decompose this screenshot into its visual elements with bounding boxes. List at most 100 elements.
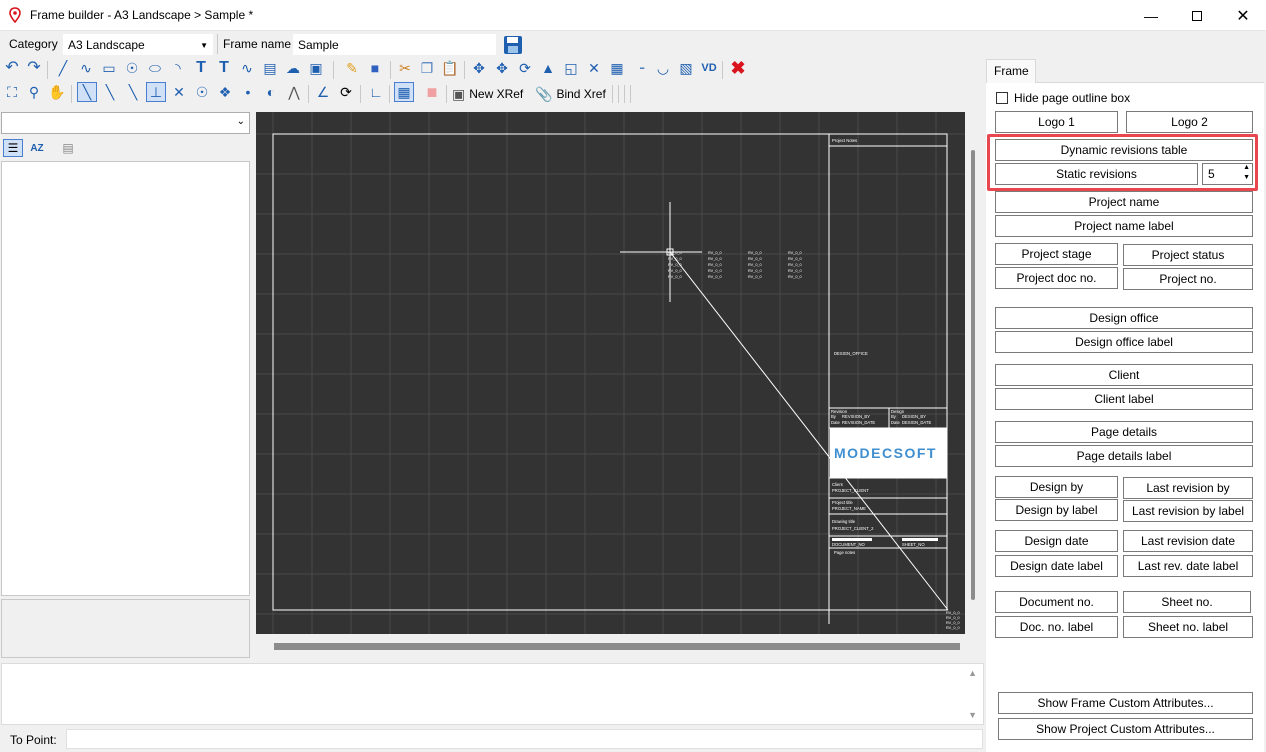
object-select[interactable]: ⌄ bbox=[1, 112, 250, 134]
project-name-button[interactable]: Project name bbox=[995, 191, 1253, 213]
property-grid[interactable] bbox=[1, 161, 250, 596]
text-icon[interactable]: T bbox=[191, 58, 211, 78]
rectangle-icon[interactable]: ▭ bbox=[99, 58, 119, 78]
horizontal-scroll-thumb[interactable] bbox=[274, 643, 960, 650]
dimension-icon[interactable]: VD bbox=[699, 58, 719, 78]
client-label-button[interactable]: Client label bbox=[995, 388, 1253, 410]
move-icon[interactable]: ✥ bbox=[469, 58, 489, 78]
logo2-button[interactable]: Logo 2 bbox=[1126, 111, 1253, 133]
hide-outline-checkbox[interactable] bbox=[996, 92, 1008, 104]
polyline-icon[interactable]: ∿ bbox=[76, 58, 96, 78]
snap-angle-icon[interactable]: ⋀ bbox=[284, 82, 304, 102]
project-status-button[interactable]: Project status bbox=[1123, 244, 1253, 266]
cloud-icon[interactable]: ☁ bbox=[283, 58, 303, 78]
sort-alpha-icon[interactable]: AZ bbox=[27, 139, 47, 157]
snap-midpoint-icon[interactable]: ╲ bbox=[100, 82, 120, 102]
logo1-button[interactable]: Logo 1 bbox=[995, 111, 1118, 133]
design-office-label-button[interactable]: Design office label bbox=[995, 331, 1253, 353]
project-stage-button[interactable]: Project stage bbox=[995, 243, 1118, 265]
page-notes-text: Page notes bbox=[834, 550, 855, 555]
categorized-icon[interactable]: ☰ bbox=[3, 139, 23, 157]
zoom-extents-icon[interactable]: ⛶ bbox=[2, 82, 22, 102]
sheet-no-button[interactable]: Sheet no. bbox=[1123, 591, 1251, 613]
circle-icon[interactable]: ☉ bbox=[122, 58, 142, 78]
snap-tangent-icon[interactable]: ◐ bbox=[261, 82, 281, 102]
snap-endpoint-icon[interactable]: ╲ bbox=[77, 82, 97, 102]
zoom-icon[interactable]: ⚲ bbox=[24, 82, 44, 102]
trim-icon[interactable]: ✕ bbox=[584, 58, 604, 78]
undo-icon[interactable]: ↶ bbox=[2, 58, 22, 78]
document-no-button[interactable]: Document no. bbox=[995, 591, 1118, 613]
image-icon[interactable]: ▣ bbox=[306, 58, 326, 78]
minimize-button[interactable]: — bbox=[1128, 0, 1174, 31]
scroll-up-icon[interactable]: ▲ bbox=[968, 668, 977, 678]
frame-name-input[interactable]: Sample bbox=[293, 34, 496, 55]
refresh-icon[interactable]: ⟳ bbox=[336, 82, 356, 102]
spline-icon[interactable]: ∿ bbox=[237, 58, 257, 78]
design-office-button[interactable]: Design office bbox=[995, 307, 1253, 329]
fillet-icon[interactable]: ╶ bbox=[630, 58, 650, 78]
offset-icon[interactable]: ▧ bbox=[676, 58, 696, 78]
arc-icon[interactable]: ◝ bbox=[168, 58, 188, 78]
copy-icon[interactable]: ❐ bbox=[417, 58, 437, 78]
line-icon[interactable]: ╱ bbox=[53, 58, 73, 78]
color-icon[interactable]: ■ bbox=[422, 82, 442, 102]
save-icon[interactable] bbox=[503, 35, 523, 55]
snap-perpendicular-icon[interactable]: ⊥ bbox=[146, 82, 166, 102]
array-icon[interactable]: ▦ bbox=[607, 58, 627, 78]
design-by-label-button[interactable]: Design by label bbox=[995, 499, 1118, 521]
chamfer-icon[interactable]: ◡ bbox=[653, 58, 673, 78]
new-xref-button[interactable]: ▣ New XRef bbox=[452, 83, 523, 105]
doc-no-label-button[interactable]: Doc. no. label bbox=[995, 616, 1118, 638]
client-button[interactable]: Client bbox=[995, 364, 1253, 386]
show-frame-attrs-button[interactable]: Show Frame Custom Attributes... bbox=[998, 692, 1253, 714]
block-icon[interactable]: ■ bbox=[365, 58, 385, 78]
snap-quadrant-icon[interactable]: ❖ bbox=[215, 82, 235, 102]
vertical-scroll-thumb[interactable] bbox=[971, 150, 975, 600]
command-input[interactable] bbox=[66, 729, 983, 749]
scale-icon[interactable]: ◱ bbox=[561, 58, 581, 78]
design-date-button[interactable]: Design date bbox=[995, 530, 1118, 552]
mirror-icon[interactable]: ▲ bbox=[538, 58, 558, 78]
design-date-label-button[interactable]: Design date label bbox=[995, 555, 1118, 577]
snap-nearest-icon[interactable]: ╲ bbox=[123, 82, 143, 102]
last-revision-by-label-button[interactable]: Last revision by label bbox=[1123, 500, 1253, 522]
grid-icon[interactable]: ▦ bbox=[394, 82, 414, 102]
last-revision-date-button[interactable]: Last revision date bbox=[1123, 530, 1253, 552]
page-details-label-button[interactable]: Page details label bbox=[995, 445, 1253, 467]
category-select[interactable]: A3 Landscape ▼ bbox=[63, 34, 213, 55]
delete-icon[interactable]: ✖ bbox=[728, 58, 748, 78]
last-revision-by-button[interactable]: Last revision by bbox=[1123, 477, 1253, 499]
sheet-no-label-button[interactable]: Sheet no. label bbox=[1123, 616, 1253, 638]
maximize-button[interactable] bbox=[1174, 0, 1220, 31]
scroll-down-icon[interactable]: ▼ bbox=[968, 710, 977, 720]
polar-icon[interactable]: ∠ bbox=[313, 82, 333, 102]
tab-frame[interactable]: Frame bbox=[986, 59, 1036, 83]
snap-center-icon[interactable]: ☉ bbox=[192, 82, 212, 102]
show-project-attrs-button[interactable]: Show Project Custom Attributes... bbox=[998, 718, 1253, 740]
copy-move-icon[interactable]: ✥ bbox=[492, 58, 512, 78]
property-pages-icon[interactable]: ▤ bbox=[58, 139, 78, 157]
project-doc-no-button[interactable]: Project doc no. bbox=[995, 267, 1118, 289]
pan-icon[interactable]: ✋ bbox=[47, 82, 67, 102]
drawing-canvas[interactable]: MODECSOFT Project Notes DESIGN_OFFICE Re… bbox=[256, 112, 965, 634]
page-details-button[interactable]: Page details bbox=[995, 421, 1253, 443]
text-style-icon[interactable]: T bbox=[214, 58, 234, 78]
bind-xref-button[interactable]: 📎 Bind Xref bbox=[535, 83, 606, 105]
redo-icon[interactable]: ↷ bbox=[24, 58, 44, 78]
rotate-icon[interactable]: ⟳ bbox=[515, 58, 535, 78]
design-by-button[interactable]: Design by bbox=[995, 476, 1118, 498]
ellipse-icon[interactable]: ⬭ bbox=[145, 58, 165, 78]
project-no-button[interactable]: Project no. bbox=[1123, 268, 1253, 290]
snap-intersection-icon[interactable]: ✕ bbox=[169, 82, 189, 102]
snap-point-icon[interactable]: • bbox=[238, 82, 258, 102]
cut-icon[interactable]: ✂ bbox=[395, 58, 415, 78]
edit-icon[interactable]: ✎ bbox=[342, 58, 362, 78]
hatch-icon[interactable]: ▤ bbox=[260, 58, 280, 78]
ortho-icon[interactable]: ∟ bbox=[366, 82, 386, 102]
category-label: Category bbox=[9, 37, 58, 51]
paste-icon[interactable]: 📋 bbox=[440, 58, 460, 78]
project-name-label-button[interactable]: Project name label bbox=[995, 215, 1253, 237]
last-rev-date-label-button[interactable]: Last rev. date label bbox=[1123, 555, 1253, 577]
close-button[interactable]: ✕ bbox=[1220, 0, 1266, 31]
